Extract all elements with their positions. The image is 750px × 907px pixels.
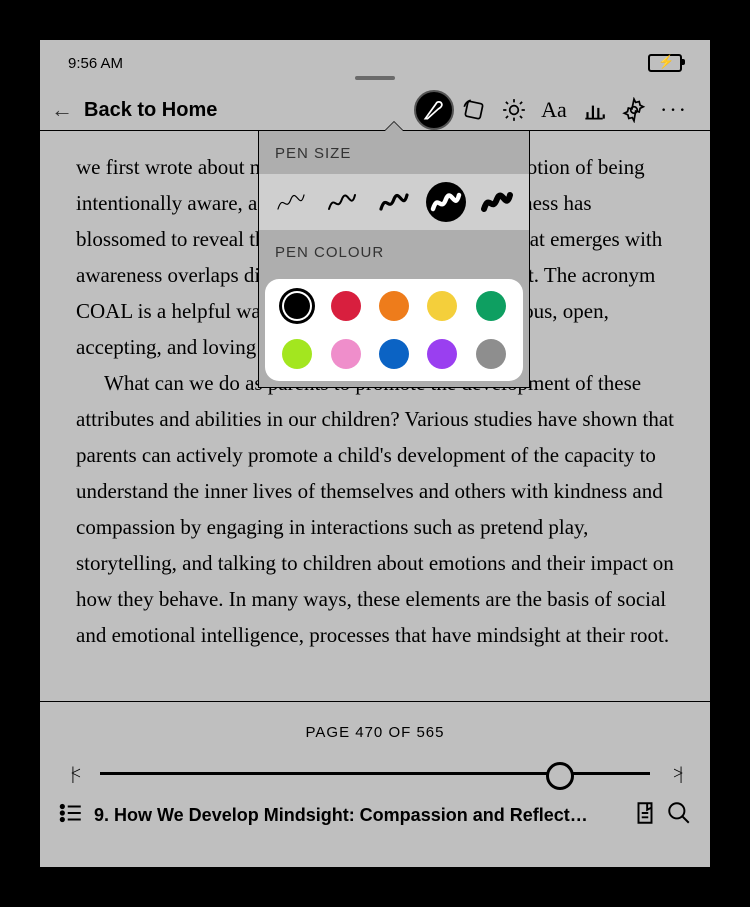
- drag-handle[interactable]: [355, 76, 395, 80]
- settings-button[interactable]: [614, 90, 654, 130]
- colour-swatch[interactable]: [427, 291, 457, 321]
- go-end-button[interactable]: >|: [664, 763, 688, 784]
- colour-swatch[interactable]: [282, 339, 312, 369]
- colour-swatch[interactable]: [379, 339, 409, 369]
- more-button[interactable]: ···: [654, 90, 694, 130]
- pen-size-label: PEN SIZE: [259, 131, 529, 174]
- battery-icon: ⚡: [648, 54, 682, 72]
- colour-swatch[interactable]: [379, 291, 409, 321]
- paragraph: What can we do as parents to promote the…: [76, 365, 674, 653]
- popover-arrow: [384, 121, 404, 131]
- note-icon: [632, 800, 658, 826]
- colour-swatch[interactable]: [282, 291, 312, 321]
- go-start-button[interactable]: |<: [62, 763, 86, 784]
- footer-bar: PAGE 470 OF 565 |< >| 9. How We Develop …: [40, 702, 710, 867]
- back-to-home-button[interactable]: Back to Home: [84, 99, 217, 122]
- rotate-button[interactable]: [454, 90, 494, 130]
- pen-size-option[interactable]: [374, 182, 414, 222]
- progress-slider[interactable]: [100, 772, 650, 775]
- progress-slider-row: |< >|: [40, 741, 710, 784]
- ereader-screen: 9:56 AM ⚡ ← Back to Home Aa ··· we first…: [40, 40, 710, 867]
- pen-size-option[interactable]: [477, 182, 517, 222]
- pen-size-row: [259, 174, 529, 230]
- colour-swatch[interactable]: [331, 291, 361, 321]
- page-indicator: PAGE 470 OF 565: [40, 702, 710, 741]
- pen-size-option[interactable]: [426, 182, 466, 222]
- colour-swatch[interactable]: [427, 339, 457, 369]
- colour-swatch[interactable]: [476, 291, 506, 321]
- brightness-icon: [501, 97, 527, 123]
- font-button[interactable]: Aa: [534, 90, 574, 130]
- gear-icon: [621, 97, 647, 123]
- stats-button[interactable]: [574, 90, 614, 130]
- rotate-icon: [461, 97, 487, 123]
- colour-swatch[interactable]: [331, 339, 361, 369]
- pen-size-option[interactable]: [322, 182, 362, 222]
- pen-icon: [414, 90, 454, 130]
- colour-swatch[interactable]: [476, 339, 506, 369]
- pen-colour-grid: [265, 279, 523, 381]
- clock: 9:56 AM: [68, 55, 123, 72]
- search-icon: [666, 800, 692, 826]
- search-button[interactable]: [666, 800, 692, 831]
- brightness-button[interactable]: [494, 90, 534, 130]
- chapter-title[interactable]: 9. How We Develop Mindsight: Compassion …: [84, 805, 632, 826]
- slider-thumb[interactable]: [546, 762, 574, 790]
- pen-tool-button[interactable]: [414, 90, 454, 130]
- status-bar: 9:56 AM ⚡: [40, 40, 710, 76]
- pen-size-option[interactable]: [271, 182, 311, 222]
- toc-icon: [58, 800, 84, 826]
- toolbar: ← Back to Home Aa ···: [40, 86, 710, 134]
- notes-button[interactable]: [632, 800, 658, 831]
- back-arrow-icon[interactable]: ←: [50, 97, 74, 123]
- stats-icon: [581, 97, 607, 123]
- pen-colour-label: PEN COLOUR: [259, 230, 529, 273]
- pen-popover: PEN SIZE PEN COLOUR: [258, 130, 530, 388]
- toc-button[interactable]: [58, 800, 84, 831]
